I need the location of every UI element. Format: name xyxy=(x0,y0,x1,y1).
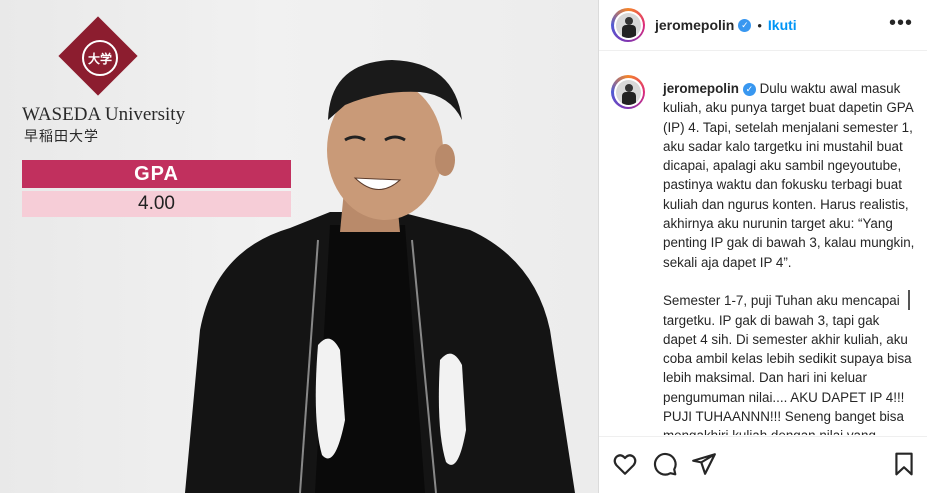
caption-verified-icon: ✓ xyxy=(742,82,756,96)
caption-text: jeromepolin ✓ Dulu waktu awal masuk kulia… xyxy=(663,79,915,435)
post-header: jeromepolin ✓ • Ikuti ••• xyxy=(599,0,927,51)
heart-icon[interactable] xyxy=(612,451,638,477)
header-username[interactable]: jeromepolin xyxy=(655,17,734,33)
caption-avatar[interactable] xyxy=(611,75,645,109)
verified-badge-icon: ✓ xyxy=(738,18,752,32)
caption-author xyxy=(611,75,645,109)
separator-dot: • xyxy=(757,17,762,33)
profile-avatar[interactable] xyxy=(611,8,645,42)
comment-icon[interactable] xyxy=(652,451,678,477)
caption-scrollbar[interactable] xyxy=(908,290,910,310)
more-options-icon[interactable]: ••• xyxy=(889,12,913,35)
bookmark-icon[interactable] xyxy=(891,451,917,477)
share-icon[interactable] xyxy=(691,451,717,477)
post-image[interactable]: 大学 WASEDA University 早稲田大学 GPA 4.00 xyxy=(0,0,598,493)
caption-username[interactable]: jeromepolin xyxy=(663,81,739,96)
action-bar xyxy=(599,436,927,494)
avatar-image xyxy=(615,12,641,38)
caption-avatar-image xyxy=(615,79,641,105)
person-photo xyxy=(185,60,575,493)
follow-button[interactable]: Ikuti xyxy=(768,17,797,33)
caption-body: Dulu waktu awal masuk kuliah, aku punya … xyxy=(663,81,915,435)
caption-area[interactable]: jeromepolin ✓ Dulu waktu awal masuk kulia… xyxy=(599,51,927,435)
